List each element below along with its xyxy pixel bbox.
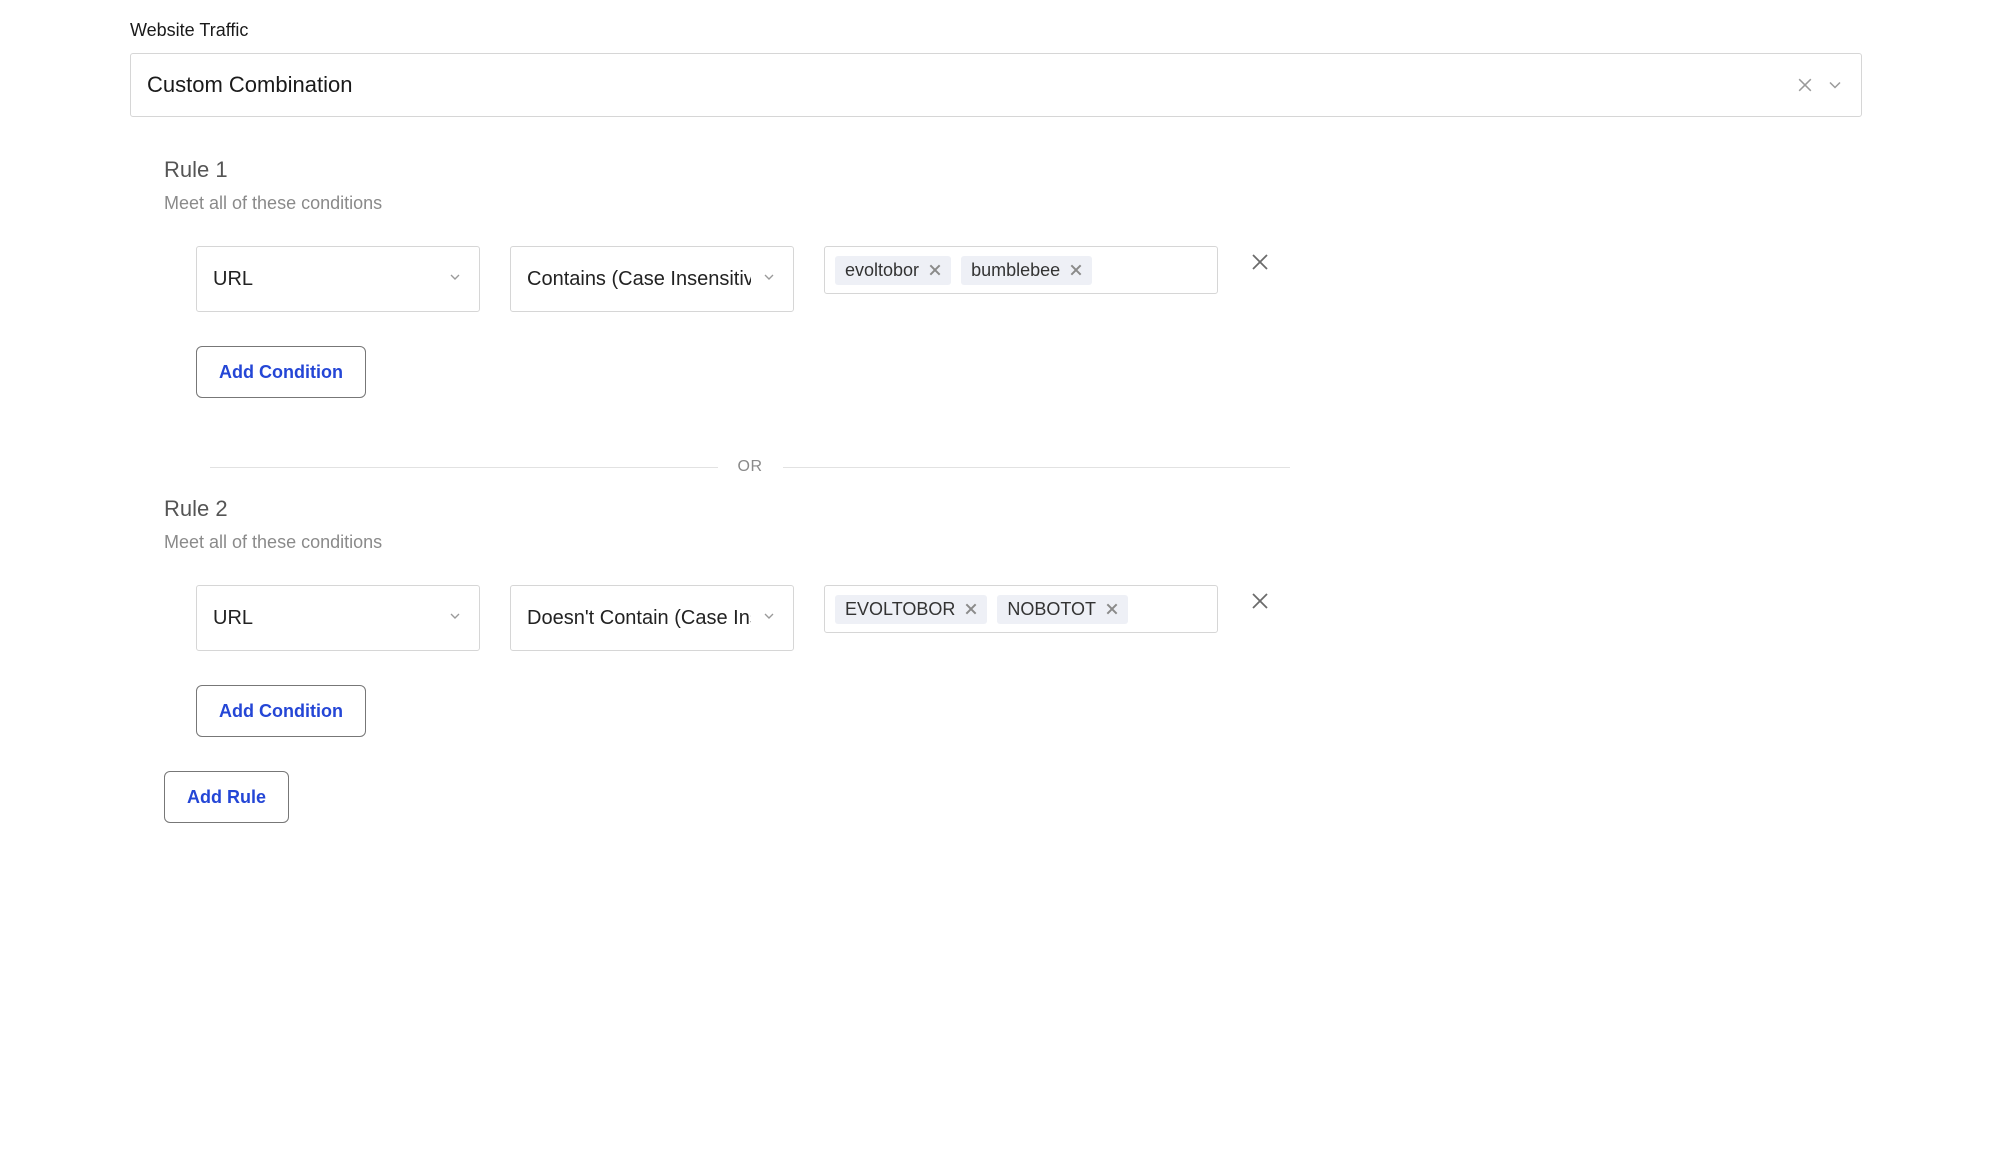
divider-line	[210, 467, 718, 468]
field-select-value: URL	[213, 268, 437, 291]
chevron-down-icon	[761, 268, 777, 291]
rule-title: Rule 1	[164, 157, 1862, 183]
tag-label: EVOLTOBOR	[845, 599, 955, 620]
or-divider: OR	[210, 458, 1290, 476]
remove-tag-icon[interactable]	[1104, 601, 1120, 617]
chevron-down-icon	[447, 607, 463, 630]
operator-select-value: Contains (Case Insensitive)	[527, 268, 751, 291]
chevron-down-icon	[761, 607, 777, 630]
add-rule-button[interactable]: Add Rule	[164, 771, 289, 823]
operator-select[interactable]: Contains (Case Insensitive)	[510, 246, 794, 312]
operator-select[interactable]: Doesn't Contain (Case Insensitive)	[510, 585, 794, 651]
value-tags-input[interactable]: evoltobor bumblebee	[824, 246, 1218, 294]
section-label: Website Traffic	[130, 20, 1862, 41]
rule-subtitle: Meet all of these conditions	[164, 532, 1862, 553]
condition-row: URL Doesn't Contain (Case Insensitive) E…	[164, 585, 1862, 651]
field-select[interactable]: URL	[196, 585, 480, 651]
add-condition-button[interactable]: Add Condition	[196, 346, 366, 398]
operator-select-value: Doesn't Contain (Case Insensitive)	[527, 607, 751, 630]
add-condition-button[interactable]: Add Condition	[196, 685, 366, 737]
divider-line	[783, 467, 1291, 468]
tag-label: NOBOTOT	[1007, 599, 1096, 620]
remove-tag-icon[interactable]	[963, 601, 979, 617]
remove-tag-icon[interactable]	[1068, 262, 1084, 278]
tag: EVOLTOBOR	[835, 595, 987, 624]
rule-subtitle: Meet all of these conditions	[164, 193, 1862, 214]
tag: evoltobor	[835, 256, 951, 285]
field-select-value: URL	[213, 607, 437, 630]
clear-icon[interactable]	[1795, 75, 1815, 95]
chevron-down-icon	[447, 268, 463, 291]
remove-condition-icon[interactable]	[1248, 250, 1272, 279]
remove-condition-icon[interactable]	[1248, 589, 1272, 618]
combination-select[interactable]: Custom Combination	[130, 53, 1862, 117]
value-tags-input[interactable]: EVOLTOBOR NOBOTOT	[824, 585, 1218, 633]
condition-row: URL Contains (Case Insensitive) evoltobo…	[164, 246, 1862, 312]
or-label: OR	[738, 458, 763, 476]
tag-label: bumblebee	[971, 260, 1060, 281]
combination-select-value: Custom Combination	[147, 72, 352, 98]
rule-block: Rule 1 Meet all of these conditions URL …	[164, 157, 1862, 398]
chevron-down-icon[interactable]	[1825, 75, 1845, 95]
field-select[interactable]: URL	[196, 246, 480, 312]
tag-label: evoltobor	[845, 260, 919, 281]
tag: NOBOTOT	[997, 595, 1128, 624]
tag: bumblebee	[961, 256, 1092, 285]
remove-tag-icon[interactable]	[927, 262, 943, 278]
rule-title: Rule 2	[164, 496, 1862, 522]
rule-block: Rule 2 Meet all of these conditions URL …	[164, 496, 1862, 737]
